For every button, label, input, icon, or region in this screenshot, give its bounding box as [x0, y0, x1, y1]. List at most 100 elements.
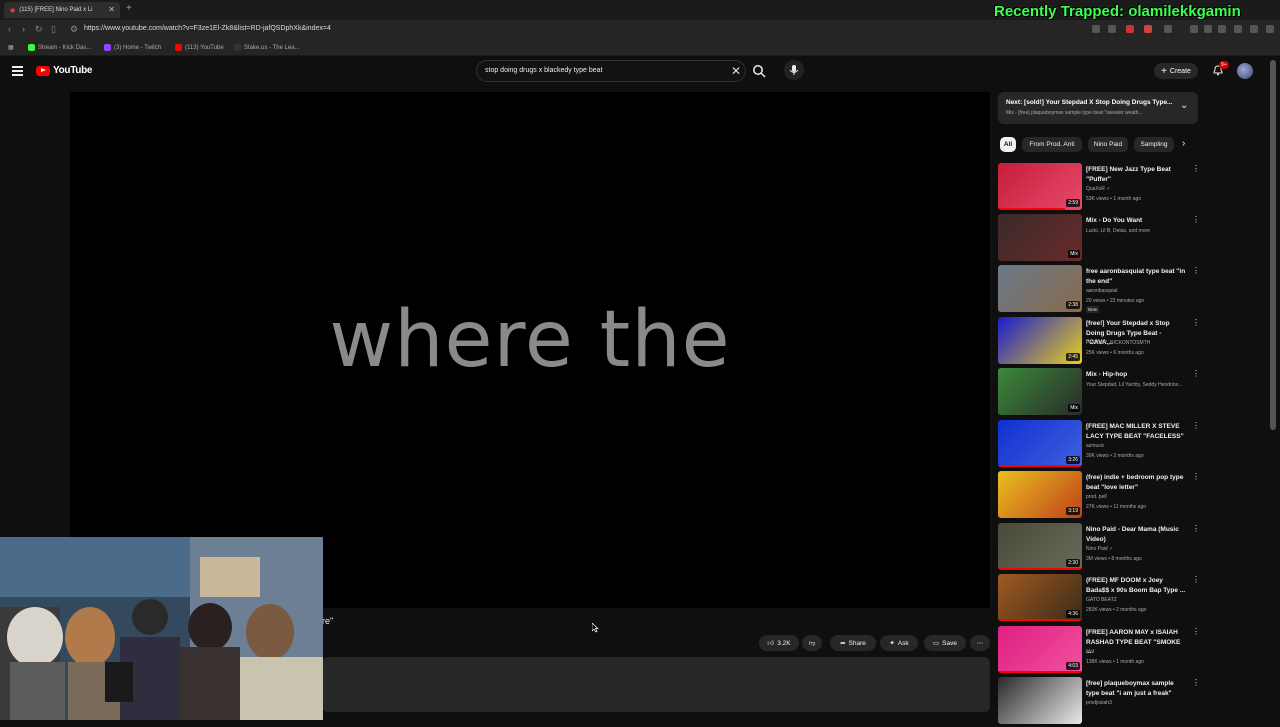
video-title[interactable]: (FREE) MF DOOM x Joey Bada$$ x 90s Boom …	[1086, 576, 1186, 595]
chevron-down-icon[interactable]: ⌄	[1180, 100, 1188, 111]
video-thumbnail[interactable]: Mix	[998, 368, 1082, 415]
channel-name[interactable]: azmusic	[1086, 442, 1196, 452]
list-item[interactable]: 4:36 (FREE) MF DOOM x Joey Bada$$ x 90s B…	[998, 574, 1208, 624]
avatar[interactable]	[1237, 63, 1253, 79]
description-box[interactable]	[322, 657, 990, 712]
list-item[interactable]: 3:19 (free) indie + bedroom pop type beat…	[998, 471, 1208, 521]
clear-search-icon[interactable]: ✕	[731, 64, 741, 78]
bookmark-kick[interactable]: Stream - Kick Das...	[28, 44, 91, 51]
channel-name[interactable]: prodjosiah3	[1086, 699, 1196, 709]
channel-name[interactable]: Lucki, Lil B, Detas, and more	[1086, 227, 1196, 237]
bookmark-twitch[interactable]: (3) Home - Twitch	[104, 44, 161, 51]
ask-button[interactable]: ✦ Ask	[880, 635, 918, 651]
extension-icon[interactable]	[1164, 25, 1172, 33]
site-settings-icon[interactable]: ⚙	[70, 24, 78, 35]
extension-icon[interactable]	[1144, 25, 1152, 33]
list-item[interactable]: 2:38 free aaronbasquiat type beat "in the…	[998, 265, 1208, 315]
video-thumbnail[interactable]	[998, 677, 1082, 724]
video-title[interactable]: Nino Paid - Dear Mama (Music Video)	[1086, 525, 1186, 544]
extension-icon[interactable]	[1190, 25, 1198, 33]
more-options-icon[interactable]: ⋮	[1192, 165, 1200, 173]
list-item[interactable]: 3:26 [FREE] MAC MILLER X STEVE LACY TYPE …	[998, 420, 1208, 470]
apps-icon[interactable]: ▦	[8, 44, 14, 51]
scrollbar[interactable]	[1270, 60, 1276, 430]
save-button[interactable]: ▭ Save	[924, 635, 966, 651]
chevron-right-icon[interactable]: ›	[1182, 138, 1185, 149]
new-tab-button[interactable]: +	[126, 3, 132, 14]
voice-search-button[interactable]	[784, 60, 804, 80]
video-thumbnail[interactable]: 3:19	[998, 471, 1082, 518]
more-options-icon[interactable]: ⋮	[1192, 473, 1200, 481]
extension-icon[interactable]	[1218, 25, 1226, 33]
dislike-button[interactable]: 👎︎	[802, 635, 822, 651]
chip-from-prod-anti[interactable]: From Prod. Anti	[1022, 137, 1082, 152]
video-title[interactable]: [free] plaqueboymax sample type beat "i …	[1086, 679, 1186, 698]
extension-icon[interactable]	[1108, 25, 1116, 33]
url-field[interactable]: https://www.youtube.com/watch?v=F3ze1El-…	[84, 25, 331, 32]
list-item[interactable]: 2:45 [free!] Your Stepdad x Stop Doing Dr…	[998, 317, 1208, 367]
list-item[interactable]: 2:59 [FREE] New Jazz Type Beat "Puffer" Qu…	[998, 163, 1208, 213]
more-options-icon[interactable]: ⋮	[1192, 319, 1200, 327]
more-options-icon[interactable]: ⋮	[1192, 679, 1200, 687]
bookmark-stake[interactable]: Stake.us - The Lea...	[234, 44, 300, 51]
youtube-logo[interactable]: YouTube	[36, 65, 93, 76]
video-title[interactable]: [FREE] New Jazz Type Beat "Puffer"	[1086, 165, 1186, 184]
browser-tab-youtube[interactable]: ◉ (115) [FREE] Nino Paid x Li ✕	[4, 2, 120, 18]
channel-name[interactable]: GATO BEATZ	[1086, 596, 1196, 606]
like-button[interactable]: 👍︎ 3.2K	[759, 635, 799, 651]
extension-icon[interactable]	[1092, 25, 1100, 33]
channel-name[interactable]: Mal	[1086, 648, 1196, 658]
more-options-icon[interactable]: ⋮	[1192, 576, 1200, 584]
create-button[interactable]: + Create	[1154, 63, 1198, 79]
extension-icon[interactable]	[1250, 25, 1258, 33]
up-next-box[interactable]: Next: [sold!] Your Stepdad X Stop Doing …	[998, 92, 1198, 124]
video-title[interactable]: Mix - Do You Want	[1086, 216, 1186, 226]
chip-nino-paid[interactable]: Nino Paid	[1088, 137, 1128, 152]
chip-all[interactable]: All	[1000, 137, 1016, 152]
video-title[interactable]: [FREE] MAC MILLER X STEVE LACY TYPE BEAT…	[1086, 422, 1186, 441]
more-options-icon[interactable]: ⋮	[1192, 370, 1200, 378]
chip-sampling[interactable]: Sampling	[1134, 137, 1174, 152]
video-title[interactable]: free aaronbasquiat type beat "in the end…	[1086, 267, 1186, 286]
back-icon[interactable]: ‹	[8, 24, 11, 34]
video-thumbnail[interactable]: 2:59	[998, 163, 1082, 210]
video-thumbnail[interactable]: 2:45	[998, 317, 1082, 364]
extension-icon[interactable]	[1234, 25, 1242, 33]
extension-icon[interactable]	[1126, 25, 1134, 33]
list-item[interactable]: Mix Mix - Hip-hop Your Stepdad, Lil Yachty…	[998, 368, 1208, 418]
list-item[interactable]: 4:03 [FREE] AARON MAY x ISAIAH RASHAD TYP…	[998, 626, 1208, 676]
more-options-icon[interactable]: ⋮	[1192, 628, 1200, 636]
list-item[interactable]: 2:30 Nino Paid - Dear Mama (Music Video) N…	[998, 523, 1208, 573]
channel-name[interactable]: PRODBY_NICKONTOSMTH	[1086, 339, 1196, 349]
channel-name[interactable]: QuaXxR ✓	[1086, 185, 1196, 195]
video-thumbnail[interactable]: 2:30	[998, 523, 1082, 570]
video-thumbnail[interactable]: 4:03	[998, 626, 1082, 673]
video-thumbnail[interactable]: 4:36	[998, 574, 1082, 621]
forward-icon[interactable]: ›	[22, 24, 25, 34]
video-thumbnail[interactable]: 3:26	[998, 420, 1082, 467]
list-item[interactable]: Mix Mix - Do You Want Lucki, Lil B, Detas,…	[998, 214, 1208, 264]
more-options-icon[interactable]: ⋮	[1192, 525, 1200, 533]
more-options-icon[interactable]: ⋮	[1192, 422, 1200, 430]
channel-name[interactable]: aaronbasquiat	[1086, 287, 1196, 297]
bookmark-youtube[interactable]: (113) YouTube	[175, 44, 224, 51]
browser-menu-icon[interactable]	[1266, 25, 1274, 33]
video-title[interactable]: Mix - Hip-hop	[1086, 370, 1186, 380]
video-title[interactable]: (free) indie + bedroom pop type beat "lo…	[1086, 473, 1186, 492]
reload-icon[interactable]: ↻	[35, 24, 43, 35]
more-actions-icon[interactable]: ⋯	[970, 635, 990, 651]
tab-close-icon[interactable]: ✕	[108, 5, 115, 14]
channel-name[interactable]: Nino Paid ✓	[1086, 545, 1196, 555]
search-input[interactable]: stop doing drugs x blackedy type beat ✕	[476, 60, 746, 82]
extension-icon[interactable]	[1204, 25, 1212, 33]
video-thumbnail[interactable]: Mix	[998, 214, 1082, 261]
channel-name[interactable]: prod. pell	[1086, 493, 1196, 503]
bookmark-star-icon[interactable]: ▯	[51, 24, 56, 35]
search-icon[interactable]	[752, 64, 766, 78]
channel-name[interactable]: Your Stepdad, Lil Yachty, Seddy Hendrinx…	[1086, 381, 1196, 391]
more-options-icon[interactable]: ⋮	[1192, 216, 1200, 224]
share-button[interactable]: ➦ Share	[830, 635, 876, 651]
video-thumbnail[interactable]: 2:38	[998, 265, 1082, 312]
more-options-icon[interactable]: ⋮	[1192, 267, 1200, 275]
menu-icon[interactable]	[12, 66, 23, 76]
